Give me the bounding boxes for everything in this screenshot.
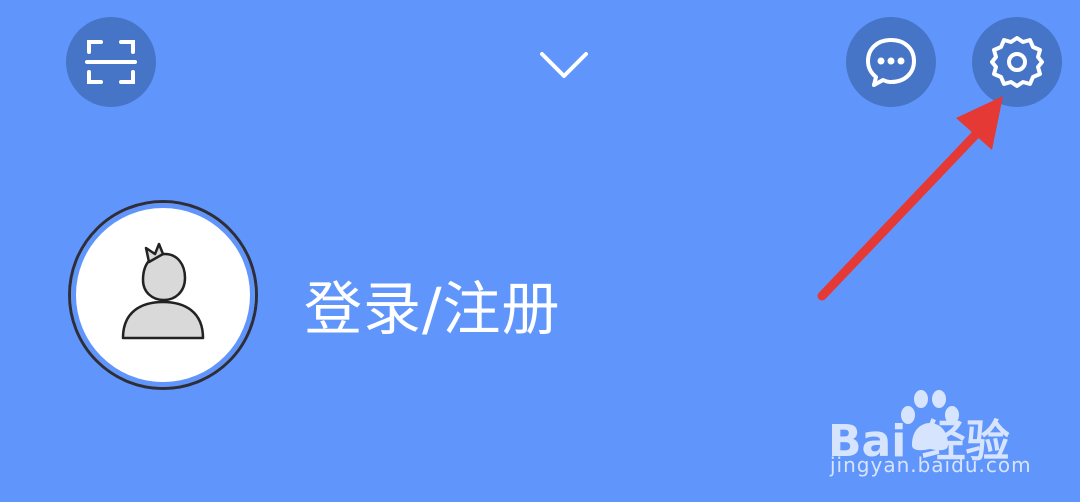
watermark-url: jingyan.baidu.com [830,453,1032,477]
baidu-paw-logo [901,390,959,451]
baidu-jingyan-watermark: Bai 经验 jingyan.baidu.com [828,385,1058,485]
